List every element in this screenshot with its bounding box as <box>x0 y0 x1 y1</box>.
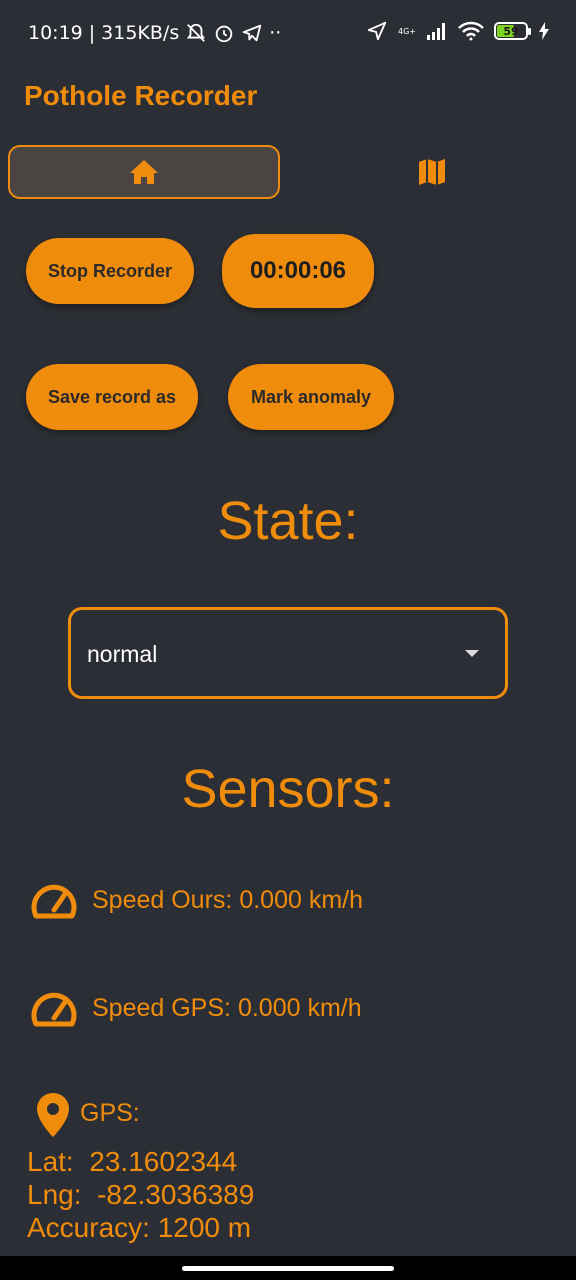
net-speed: 315KB/s <box>101 22 180 44</box>
speed-ours-label: Speed Ours: <box>92 885 233 914</box>
home-gesture-handle[interactable] <box>182 1266 394 1271</box>
home-icon <box>130 160 158 184</box>
chevron-down-icon <box>465 650 479 657</box>
speed-ours-row: Speed Ours: 0.000 km/h <box>30 880 363 920</box>
lat-label: Lat: <box>27 1146 74 1177</box>
accuracy-value: 1200 m <box>157 1212 252 1243</box>
latitude-line: Lat: 23.1602344 <box>27 1146 237 1178</box>
telegram-icon <box>243 24 262 42</box>
accuracy-label: Accuracy: <box>27 1212 150 1243</box>
network-type: 4G+ <box>398 26 416 36</box>
speed-ours-value: 0.000 <box>239 885 302 914</box>
charging-icon <box>539 22 549 40</box>
speed-gps-row: Speed GPS: 0.000 km/h <box>30 988 362 1028</box>
speed-gps-unit: km/h <box>307 993 362 1022</box>
speed-gps-label: Speed GPS: <box>92 993 231 1022</box>
system-nav-bar <box>0 1256 576 1280</box>
alarm-icon <box>215 25 233 43</box>
speed-ours-unit: km/h <box>308 885 364 914</box>
app-title: Pothole Recorder <box>24 80 258 111</box>
gps-label: GPS: <box>80 1099 140 1127</box>
state-selected-value: normal <box>87 641 158 667</box>
stop-recorder-button[interactable]: Stop Recorder <box>26 238 194 304</box>
lat-value: 23.1602344 <box>89 1146 238 1177</box>
tab-map[interactable] <box>296 145 568 199</box>
state-dropdown[interactable]: normal <box>68 607 508 699</box>
speed-gps-value: 0.000 <box>237 993 301 1022</box>
recording-timer: 00:00:06 <box>222 234 374 308</box>
bell-muted-icon <box>187 23 206 42</box>
longitude-line: Lng: -82.3036389 <box>27 1179 254 1211</box>
save-record-button[interactable]: Save record as <box>26 364 198 430</box>
status-bar: 10:19 | 315KB/s ·· 4G+ 59 <box>0 0 576 56</box>
location-arrow-icon <box>367 21 387 41</box>
clock: 10:19 <box>28 22 83 44</box>
speedometer-icon <box>31 992 77 1027</box>
state-heading: State: <box>217 491 359 551</box>
sensors-heading: Sensors: <box>181 759 395 819</box>
location-pin-icon <box>37 1093 69 1137</box>
mark-anomaly-button[interactable]: Mark anomaly <box>228 364 394 430</box>
tab-home[interactable] <box>8 145 280 199</box>
signal-icon <box>427 23 445 40</box>
lng-label: Lng: <box>27 1179 82 1210</box>
battery-icon: 59 <box>494 22 531 40</box>
separator: | <box>88 22 96 44</box>
speedometer-icon <box>31 884 77 919</box>
accuracy-line: Accuracy: 1200 m <box>27 1212 251 1244</box>
lng-value: -82.3036389 <box>97 1179 255 1210</box>
wifi-icon <box>458 21 484 41</box>
map-icon <box>419 159 445 185</box>
more-icon: ·· <box>269 22 282 44</box>
gps-header: GPS: <box>36 1092 140 1138</box>
